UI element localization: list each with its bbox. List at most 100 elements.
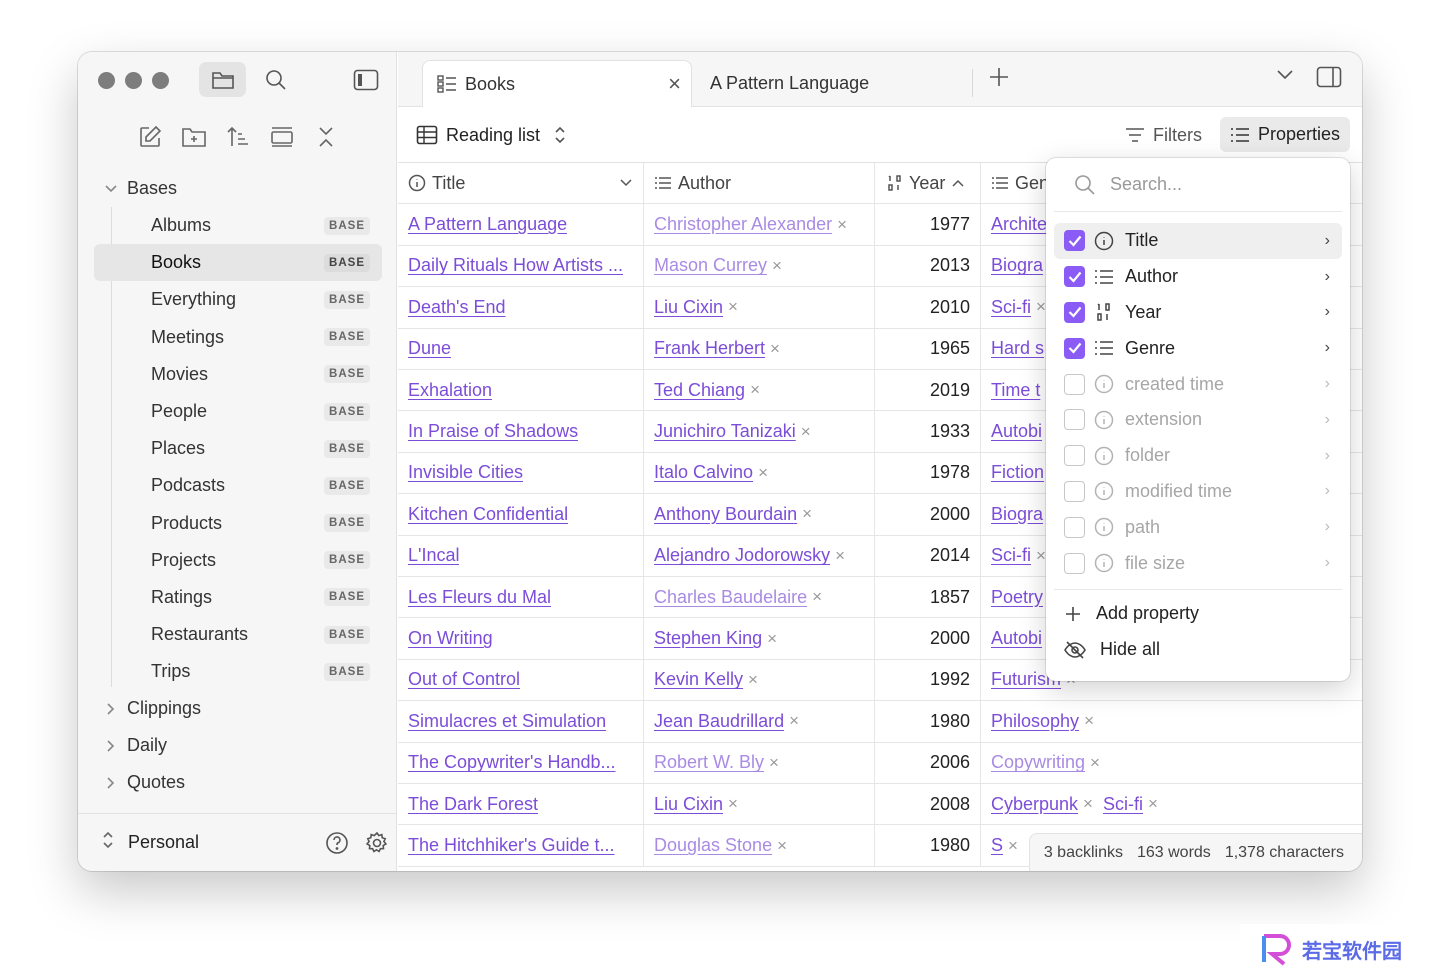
- genre-link[interactable]: Sci-fi: [991, 297, 1031, 318]
- genre-link[interactable]: Archite: [991, 214, 1047, 235]
- author-link[interactable]: Charles Baudelaire: [654, 587, 807, 608]
- new-note-button[interactable]: [133, 122, 167, 152]
- genre-link[interactable]: Cyberpunk: [991, 794, 1078, 815]
- author-link[interactable]: Jean Baudrillard: [654, 711, 784, 732]
- remove-icon[interactable]: ×: [1084, 711, 1094, 731]
- remove-icon[interactable]: ×: [750, 380, 760, 400]
- remove-icon[interactable]: ×: [1083, 794, 1093, 814]
- title-link[interactable]: Out of Control: [408, 669, 520, 690]
- title-link[interactable]: Les Fleurs du Mal: [408, 587, 551, 608]
- sidebar-item-ratings[interactable]: Ratings BASE: [94, 579, 382, 616]
- property-search-input[interactable]: [1110, 174, 1310, 195]
- remove-icon[interactable]: ×: [802, 504, 812, 524]
- title-link[interactable]: The Copywriter's Handb...: [408, 752, 616, 773]
- genre-link[interactable]: Biogra: [991, 255, 1043, 276]
- author-link[interactable]: Liu Cixin: [654, 297, 723, 318]
- remove-icon[interactable]: ×: [772, 256, 782, 276]
- title-link[interactable]: On Writing: [408, 628, 493, 649]
- property-item-path[interactable]: path ›: [1054, 509, 1342, 545]
- title-link[interactable]: Daily Rituals How Artists ...: [408, 255, 623, 276]
- title-link[interactable]: Invisible Cities: [408, 462, 523, 483]
- genre-link[interactable]: Time t: [991, 380, 1040, 401]
- backlinks-count[interactable]: 3 backlinks: [1044, 844, 1123, 862]
- remove-icon[interactable]: ×: [769, 753, 779, 773]
- genre-link[interactable]: Autobi: [991, 628, 1042, 649]
- tab-a-pattern-language[interactable]: A Pattern Language: [710, 60, 972, 107]
- property-item-extension[interactable]: extension ›: [1054, 402, 1342, 438]
- property-item-title[interactable]: Title ›: [1054, 223, 1342, 259]
- remove-icon[interactable]: ×: [1148, 794, 1158, 814]
- property-item-genre[interactable]: Genre ›: [1054, 330, 1342, 366]
- property-checkbox[interactable]: [1064, 480, 1085, 502]
- tab-list-button[interactable]: [1276, 68, 1294, 86]
- property-item-author[interactable]: Author ›: [1054, 259, 1342, 295]
- folder-bases[interactable]: Bases: [94, 170, 382, 207]
- author-link[interactable]: Christopher Alexander: [654, 214, 832, 235]
- remove-icon[interactable]: ×: [777, 836, 787, 856]
- author-link[interactable]: Junichiro Tanizaki: [654, 421, 796, 442]
- new-folder-button[interactable]: [177, 122, 211, 152]
- remove-icon[interactable]: ×: [789, 711, 799, 731]
- property-checkbox[interactable]: [1064, 230, 1085, 252]
- vault-name[interactable]: Personal: [128, 832, 317, 853]
- remove-icon[interactable]: ×: [1036, 546, 1046, 566]
- genre-link[interactable]: S: [991, 835, 1003, 856]
- property-checkbox[interactable]: [1064, 301, 1085, 323]
- title-link[interactable]: Simulacres et Simulation: [408, 711, 606, 732]
- remove-icon[interactable]: ×: [758, 463, 768, 483]
- zoom-window-button[interactable]: [152, 72, 169, 89]
- genre-link[interactable]: Philosophy: [991, 711, 1079, 732]
- property-checkbox[interactable]: [1064, 516, 1085, 538]
- genre-link[interactable]: Sci-fi: [1103, 794, 1143, 815]
- search-button[interactable]: [258, 62, 293, 97]
- title-link[interactable]: The Dark Forest: [408, 794, 538, 815]
- genre-link[interactable]: Copywriting: [991, 752, 1085, 773]
- author-link[interactable]: Mason Currey: [654, 255, 767, 276]
- author-link[interactable]: Frank Herbert: [654, 338, 765, 359]
- remove-icon[interactable]: ×: [837, 215, 847, 235]
- title-link[interactable]: Death's End: [408, 297, 506, 318]
- folder-daily[interactable]: Daily: [94, 727, 382, 764]
- remove-icon[interactable]: ×: [1008, 836, 1018, 856]
- title-link[interactable]: Exhalation: [408, 380, 492, 401]
- author-link[interactable]: Anthony Bourdain: [654, 504, 797, 525]
- sort-button[interactable]: [221, 122, 255, 152]
- remove-icon[interactable]: ×: [1090, 753, 1100, 773]
- remove-icon[interactable]: ×: [767, 629, 777, 649]
- remove-icon[interactable]: ×: [1036, 297, 1046, 317]
- sidebar-item-podcasts[interactable]: Podcasts BASE: [94, 467, 382, 504]
- title-link[interactable]: The Hitchhiker's Guide t...: [408, 835, 615, 856]
- remove-icon[interactable]: ×: [835, 546, 845, 566]
- collapse-all-button[interactable]: [309, 122, 343, 152]
- settings-button[interactable]: [357, 831, 397, 855]
- sidebar-item-projects[interactable]: Projects BASE: [94, 542, 382, 579]
- remove-icon[interactable]: ×: [728, 794, 738, 814]
- sidebar-item-movies[interactable]: Movies BASE: [94, 356, 382, 393]
- sidebar-item-restaurants[interactable]: Restaurants BASE: [94, 616, 382, 653]
- property-item-file-size[interactable]: file size ›: [1054, 545, 1342, 581]
- sidebar-item-places[interactable]: Places BASE: [94, 430, 382, 467]
- sidebar-item-products[interactable]: Products BASE: [94, 505, 382, 542]
- author-link[interactable]: Kevin Kelly: [654, 669, 743, 690]
- author-link[interactable]: Robert W. Bly: [654, 752, 764, 773]
- right-sidebar-toggle[interactable]: [1316, 66, 1342, 93]
- folder-clippings[interactable]: Clippings: [94, 690, 382, 727]
- property-item-modified-time[interactable]: modified time ›: [1054, 474, 1342, 510]
- property-checkbox[interactable]: [1064, 337, 1085, 359]
- property-item-created-time[interactable]: created time ›: [1054, 366, 1342, 402]
- remove-icon[interactable]: ×: [770, 339, 780, 359]
- auto-reveal-button[interactable]: [265, 122, 299, 152]
- column-header-author[interactable]: Author: [644, 163, 875, 204]
- remove-icon[interactable]: ×: [812, 587, 822, 607]
- hide-all-button[interactable]: Hide all: [1046, 632, 1350, 668]
- close-tab-icon[interactable]: ×: [668, 71, 681, 97]
- add-property-button[interactable]: Add property: [1046, 596, 1350, 632]
- title-link[interactable]: L'Incal: [408, 545, 459, 566]
- sidebar-item-albums[interactable]: Albums BASE: [94, 207, 382, 244]
- property-checkbox[interactable]: [1064, 409, 1085, 431]
- help-button[interactable]: [317, 831, 357, 855]
- genre-link[interactable]: Poetry: [991, 587, 1043, 608]
- column-header-title[interactable]: Title: [398, 163, 644, 204]
- genre-link[interactable]: Hard s: [991, 338, 1044, 359]
- property-checkbox[interactable]: [1064, 266, 1085, 288]
